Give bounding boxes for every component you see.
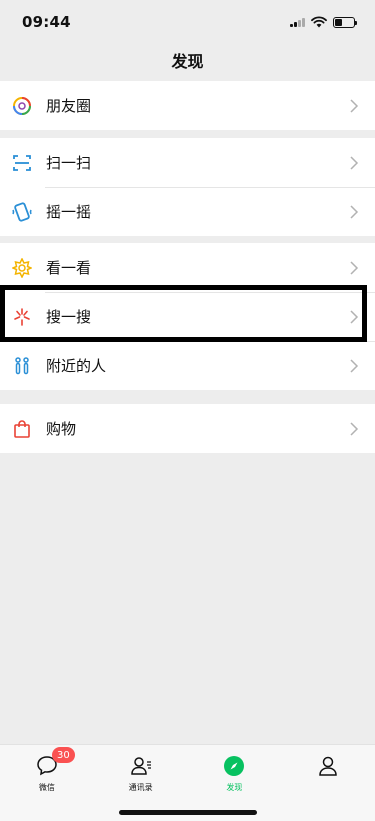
status-icons xyxy=(290,16,357,28)
profile-icon xyxy=(315,753,341,779)
shopping-bag-icon xyxy=(12,419,32,439)
list-item-label: 摇一摇 xyxy=(46,203,92,221)
top-stories-icon xyxy=(12,257,32,278)
moments-icon xyxy=(12,96,32,116)
signal-icon xyxy=(290,17,305,27)
list-group-explore: 看一看 搜一搜 附近的人 xyxy=(0,243,375,390)
list-item-top-stories[interactable]: 看一看 xyxy=(0,243,375,292)
wifi-icon xyxy=(311,16,327,28)
compass-icon xyxy=(221,753,247,779)
tab-chats[interactable]: 30 微信 xyxy=(0,745,94,821)
list-group-moments: 朋友圈 xyxy=(0,81,375,130)
battery-icon xyxy=(333,16,357,28)
scan-icon xyxy=(12,153,32,173)
list-item-label: 看一看 xyxy=(46,259,92,277)
list-item-label: 购物 xyxy=(46,420,77,438)
contacts-icon xyxy=(128,753,154,779)
home-indicator[interactable] xyxy=(119,810,257,815)
tab-label: 通讯录 xyxy=(128,783,153,792)
shake-icon xyxy=(12,201,32,222)
list-item-shopping[interactable]: 购物 xyxy=(0,404,375,453)
unread-badge: 30 xyxy=(52,747,75,763)
list-group-shopping: 购物 xyxy=(0,404,375,453)
list-item-label: 扫一扫 xyxy=(46,154,92,172)
tab-me[interactable] xyxy=(281,745,375,821)
status-bar: 09:44 xyxy=(0,0,375,44)
chevron-right-icon xyxy=(345,308,363,326)
chevron-right-icon xyxy=(345,357,363,375)
chevron-right-icon xyxy=(345,154,363,172)
chevron-right-icon xyxy=(345,203,363,221)
people-nearby-icon xyxy=(12,356,32,376)
status-time: 09:44 xyxy=(22,13,71,31)
list-item-people-nearby[interactable]: 附近的人 xyxy=(0,341,375,390)
list-item-shake[interactable]: 摇一摇 xyxy=(0,187,375,236)
list-item-label: 附近的人 xyxy=(46,357,107,375)
chevron-right-icon xyxy=(345,420,363,438)
chevron-right-icon xyxy=(345,97,363,115)
tab-label: 发现 xyxy=(226,783,243,792)
list-item-search[interactable]: 搜一搜 xyxy=(0,292,375,341)
list-item-label: 朋友圈 xyxy=(46,97,92,115)
chevron-right-icon xyxy=(345,259,363,277)
search-icon xyxy=(12,307,32,327)
list-item-moments[interactable]: 朋友圈 xyxy=(0,81,375,130)
list-group-scan-shake: 扫一扫 摇一摇 xyxy=(0,138,375,236)
page-title: 发现 xyxy=(171,52,204,71)
list-item-scan[interactable]: 扫一扫 xyxy=(0,138,375,187)
tab-label: 微信 xyxy=(38,783,55,792)
list-item-label: 搜一搜 xyxy=(46,308,92,326)
